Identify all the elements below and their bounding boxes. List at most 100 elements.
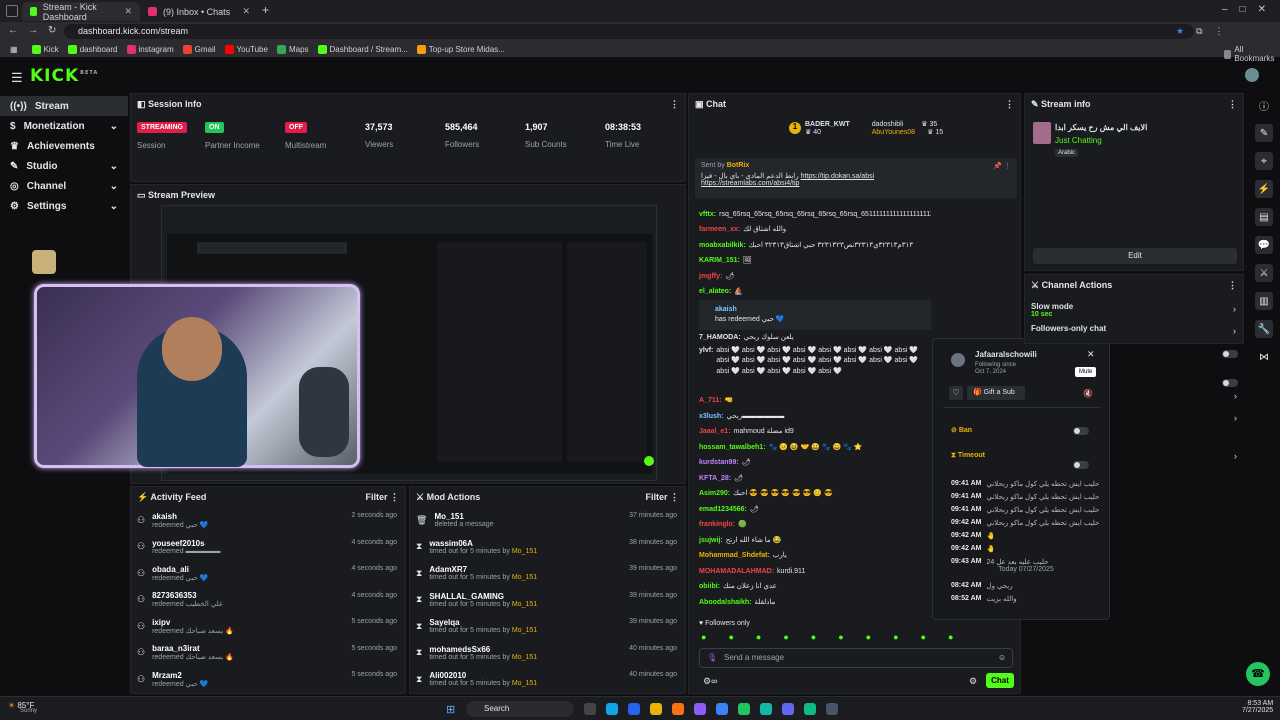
bookmark-topup[interactable]: Top-up Store Midas...: [416, 44, 505, 54]
mute-icon[interactable]: 🔇: [1083, 389, 1093, 398]
apps-icon[interactable]: ▦: [10, 45, 18, 54]
activity-item[interactable]: ⚇ obada_ali redeemed حبي 💙 4 seconds ago: [131, 560, 405, 587]
chat-username[interactable]: 7_HAMODA:: [699, 333, 741, 344]
forward-icon[interactable]: →: [28, 25, 38, 36]
timeout-toggle[interactable]: [1073, 461, 1089, 469]
chat-message[interactable]: Aboodalshaikh: مادلقلة: [699, 595, 931, 611]
sidebar-item-achievements[interactable]: ♛ Achievements: [0, 136, 128, 156]
activity-username[interactable]: obada_ali: [152, 565, 208, 574]
windows-start-icon[interactable]: ⊞: [446, 703, 455, 716]
more-icon[interactable]: ⋮: [390, 492, 399, 502]
chat-bubble-icon[interactable]: 💬: [1255, 236, 1273, 254]
chat-message[interactable]: farmeen_xx: والله اشتاق لك: [699, 223, 931, 239]
mic-icon[interactable]: 🎙: [707, 653, 717, 662]
reload-icon[interactable]: ↻: [48, 25, 56, 36]
bookmark-maps[interactable]: Maps: [276, 44, 309, 54]
chat-message[interactable]: obiibi: عدي انا زعلان منك: [699, 580, 931, 596]
chat-username[interactable]: frankinglo:: [699, 520, 735, 531]
activity-item[interactable]: ⚇ 8273636353 redeemed علي الخطيب 4 seconds …: [131, 587, 405, 614]
filter-button[interactable]: Filter: [645, 492, 667, 502]
bookmark-youtube[interactable]: YouTube: [224, 44, 268, 54]
chat-message[interactable]: KARIM_151: 🖼: [699, 254, 931, 270]
mod-target-username[interactable]: wassim06A: [429, 539, 537, 548]
target-icon[interactable]: ⌖: [1255, 152, 1273, 170]
mod-target-username[interactable]: Ali002010: [429, 671, 537, 680]
taskbar-search[interactable]: Search: [466, 701, 574, 717]
pinned-link-1[interactable]: https://tip.dokan.sa/absi: [801, 173, 875, 180]
activity-item[interactable]: ⚇ baraa_n3irat redeemed يسعد صباحك 🔥 5 seco…: [131, 640, 405, 667]
pinned-link-2[interactable]: https://streamlabs.com/absi4/tip: [701, 180, 799, 187]
chat-settings-icon[interactable]: ⚙∞: [703, 676, 717, 687]
chat-message[interactable]: ylvf: absi 🤍 absi 🤍 absi 🤍 absi 🤍 absi 🤍 …: [699, 346, 931, 394]
chat-username[interactable]: kurdstan99:: [699, 458, 739, 469]
mod-action-item[interactable]: ⧗ Ali002010 timed out for 5 minutes by Mo_…: [410, 666, 685, 693]
mod-target-username[interactable]: Mo_151: [434, 512, 493, 521]
activity-item[interactable]: ⚇ Mrzam2 redeemed حبي 💙 5 seconds ago: [131, 666, 405, 693]
chat-username[interactable]: vfttx:: [699, 210, 716, 221]
mod-target-username[interactable]: mohamedsSx66: [429, 645, 537, 654]
more-icon[interactable]: ⋮: [670, 492, 679, 502]
mod-target-username[interactable]: AdamXR7: [429, 565, 537, 574]
chat-message[interactable]: KFTA_28: 🌶: [699, 471, 931, 487]
chat-message[interactable]: Jaaal_e1: mahmoud مضلة id9: [699, 425, 931, 441]
weather-widget[interactable]: ☀ 85°F Sunny: [8, 701, 37, 714]
chat-message[interactable]: kurdstan99: 🌶: [699, 456, 931, 472]
chat-send-button[interactable]: Chat: [986, 673, 1014, 688]
tab-switcher-icon[interactable]: [6, 5, 18, 17]
chat-username[interactable]: A_711:: [699, 396, 722, 407]
pencil-icon[interactable]: ✎: [1255, 124, 1273, 142]
activity-username[interactable]: akaish: [152, 512, 208, 521]
mod-target-username[interactable]: SHALLAL_GAMING: [429, 592, 537, 601]
chat-message[interactable]: frankinglo: 🟢: [699, 518, 931, 534]
more-icon[interactable]: ⋮: [1005, 99, 1014, 110]
chat-message[interactable]: vfttx: rsq_65rsq_65rsq_65rsq_65rsq_65rsq_…: [699, 207, 931, 223]
chat-username[interactable]: jsujwij:: [699, 536, 723, 547]
gear-icon[interactable]: ⚙: [969, 676, 977, 687]
chat-username[interactable]: ylvf:: [699, 346, 713, 357]
channel-toggle-1[interactable]: [1222, 350, 1238, 358]
info-icon[interactable]: ⓘ: [1255, 96, 1273, 114]
avatar[interactable]: [1245, 68, 1259, 82]
bookmark-star-icon[interactable]: ★: [1176, 26, 1184, 37]
support-chat-icon[interactable]: ☎: [1246, 662, 1270, 686]
mod-action-item[interactable]: ⧗ AdamXR7 timed out for 5 minutes by Mo_15…: [410, 560, 685, 587]
chat-message[interactable]: MOHAMADALAHMAD: kurdi.911: [699, 564, 931, 580]
chat-username[interactable]: Jaaal_e1:: [699, 427, 731, 438]
chat-message[interactable]: A_711: 🤜: [699, 394, 931, 410]
bookmark-kick[interactable]: Kick: [31, 44, 59, 54]
followers-only-item[interactable]: Followers-only chat: [1031, 324, 1106, 333]
close-icon[interactable]: ✕: [1087, 349, 1095, 360]
bookmark-dashboard-stream[interactable]: Dashboard / Stream...: [317, 44, 408, 54]
chat-message[interactable]: akaish has redeemed حبي 💙: [699, 300, 931, 330]
share-icon[interactable]: ⋈: [1255, 348, 1273, 366]
chevron-right-icon[interactable]: ›: [1233, 304, 1236, 314]
chat-message[interactable]: x3lush: ربحي▬▬▬▬▬▬: [699, 409, 931, 425]
activity-item[interactable]: ⚇ akaish redeemed حبي 💙 2 seconds ago: [131, 507, 405, 534]
server-icon[interactable]: ▥: [1255, 292, 1273, 310]
tab-inbox[interactable]: (9) Inbox • Chats ✕: [140, 2, 258, 21]
new-tab-icon[interactable]: +: [262, 3, 269, 17]
bolt-icon[interactable]: ⚡: [1255, 180, 1273, 198]
mod-action-item[interactable]: ⧗ Sayelqa timed out for 5 minutes by Mo_15…: [410, 613, 685, 640]
chat-username[interactable]: el_alateo:: [699, 287, 731, 298]
chat-username[interactable]: MOHAMADALAHMAD:: [699, 567, 774, 578]
chat-message[interactable]: Asim290: احبك 😎 😎 😎 😎 😎 😎 😊 😎: [699, 487, 931, 503]
more-icon[interactable]: ⋮: [1228, 99, 1237, 110]
activity-item[interactable]: ⚇ ixipv redeemed يسعد صباحك 🔥 5 seconds ago: [131, 613, 405, 640]
chat-message[interactable]: Mohammad_Shdefat: يارب: [699, 549, 931, 565]
ban-toggle[interactable]: [1073, 427, 1089, 435]
slow-mode-item[interactable]: Slow mode 10 sec: [1031, 302, 1073, 318]
chat-username[interactable]: jmgffy:: [699, 272, 722, 283]
bookmark-dashboard[interactable]: dashboard: [67, 44, 118, 54]
filter-button[interactable]: Filter: [365, 492, 387, 502]
document-icon[interactable]: ▤: [1255, 208, 1273, 226]
chat-username[interactable]: Asim290:: [699, 489, 730, 500]
emote-quickbar[interactable]: ● ● ● ● ● ● ● ● ● ●: [701, 632, 953, 642]
menu-icon[interactable]: ⋮: [1215, 26, 1224, 37]
mod-action-item[interactable]: ⧗ wassim06A timed out for 5 minutes by Mo_…: [410, 534, 685, 561]
stream-category[interactable]: Just Chatting: [1055, 136, 1102, 145]
all-bookmarks[interactable]: All Bookmarks: [1224, 45, 1276, 63]
sword-icon[interactable]: ⚔: [1255, 264, 1273, 282]
activity-username[interactable]: ixipv: [152, 618, 234, 627]
chat-username[interactable]: hossam_tawalbeh1:: [699, 443, 766, 454]
